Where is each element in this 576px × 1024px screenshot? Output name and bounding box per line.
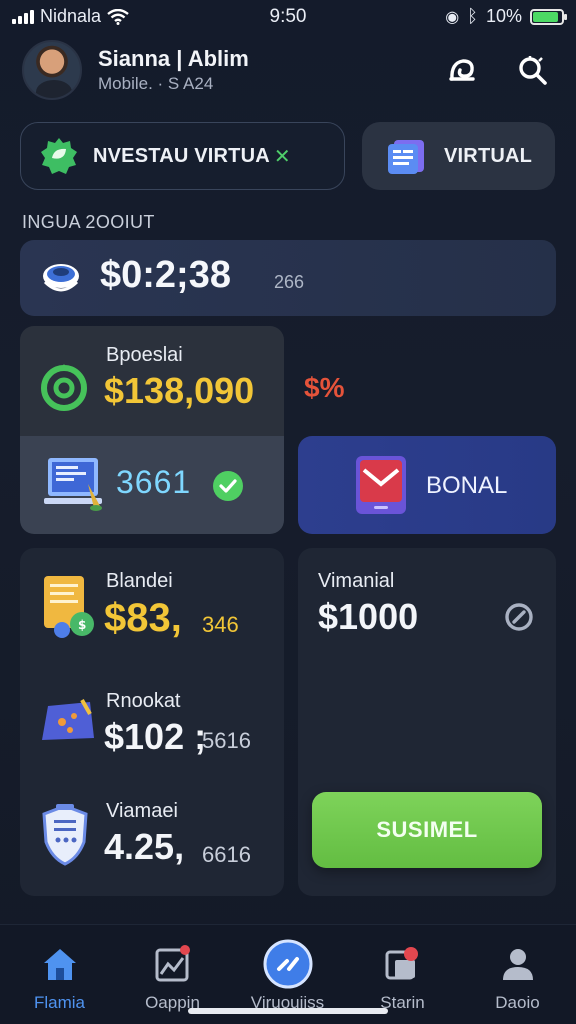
balance-sub: 266 — [274, 272, 305, 292]
sparkle-icon: ✕ — [273, 145, 291, 168]
balance-value: $0:2;38 — [100, 254, 231, 296]
nav-label-home: Flamia — [33, 993, 85, 1012]
nav-item-starin[interactable]: Starin — [345, 941, 460, 1013]
search-icon[interactable] — [514, 52, 550, 88]
vimanial-label: Vimanial — [318, 570, 395, 592]
profile-icon — [502, 949, 533, 980]
svg-text:$: $ — [78, 618, 86, 632]
invoice-icon: $ — [44, 576, 94, 638]
balance-card[interactable]: $0:2;38 266 — [20, 240, 556, 316]
avatar[interactable] — [22, 40, 82, 100]
blandei-value: $83, — [104, 596, 182, 640]
virtual-chip-label: VIRTUAL — [444, 144, 533, 167]
blandei-side: 346 — [202, 612, 239, 637]
check-icon — [213, 471, 243, 501]
personal-change: $% — [304, 372, 345, 403]
battery-icon — [530, 8, 567, 25]
rnookat-value: $102 ; — [104, 716, 207, 757]
virtual-box-value: 3661 — [116, 464, 192, 500]
virtual-chip[interactable]: VIRTUAL — [362, 122, 555, 190]
home-icon — [43, 949, 76, 980]
chart-icon — [155, 945, 190, 982]
alarm-icon: ◉ — [445, 8, 460, 26]
vimanial-value: $1000 — [318, 596, 419, 637]
status-right: ◉ ᛒ 10% — [445, 6, 567, 27]
submit-button[interactable]: SUSIMEL — [312, 792, 542, 868]
battery-percent: 10% — [485, 6, 522, 26]
nav-item-daoio[interactable]: Daoio — [460, 941, 575, 1013]
personal-label: Bpoeslai — [106, 344, 183, 366]
invest-chip-label: NVESTAU VIRTUA — [93, 144, 270, 167]
card-icon — [385, 947, 418, 980]
refresh-icon[interactable] — [444, 52, 480, 88]
blandei-label: Blandei — [106, 570, 173, 592]
swap-icon — [263, 939, 312, 989]
personal-value: $138,090 — [104, 370, 255, 411]
nav-item-home[interactable]: Flamia — [2, 941, 117, 1013]
laptop-icon — [44, 458, 102, 511]
document-stack-icon — [388, 140, 424, 174]
nav-item-oappin[interactable]: Oappin — [115, 941, 230, 1013]
viamaei-side: 6616 — [202, 842, 251, 867]
info-circle-icon[interactable] — [504, 602, 534, 632]
accounts-card: $ Blandei $83, 346 Rnookat $102 ; 5616 V… — [20, 548, 284, 896]
shield-document-icon — [42, 804, 88, 866]
gear-leaf-icon — [41, 138, 77, 174]
personal-card[interactable]: Bpoeslai $138,090 — [20, 326, 284, 436]
mail-tablet-icon — [356, 456, 406, 514]
target-icon — [41, 364, 87, 411]
rnookat-side: 5616 — [202, 728, 251, 753]
viamaei-label: Viamaei — [106, 800, 178, 822]
map-flag-icon — [42, 699, 94, 740]
virtual-box-card[interactable]: 3661 — [20, 436, 284, 534]
nav-label-daoio: Daoio — [495, 993, 540, 1012]
home-indicator — [188, 1008, 388, 1014]
bluetooth-icon: ᛒ — [467, 6, 478, 26]
viamaei-value: 4.25, — [104, 826, 185, 867]
coin-stack-icon — [43, 264, 79, 292]
section-title: INGUA 2OOIUT — [22, 212, 155, 232]
bonal-label: BONAL — [426, 472, 508, 499]
user-name: Sianna | Ablim — [98, 46, 249, 71]
rnookat-label: Rnookat — [106, 690, 181, 712]
battery-level — [533, 11, 559, 22]
nav-item-viruouiiss[interactable]: Viruouiiss — [230, 939, 345, 1013]
user-subtitle: Mobile. · S A24 — [98, 74, 214, 93]
bonal-card[interactable]: BONAL — [298, 436, 556, 534]
status-bar: Nidnala 9:50 ◉ ᛒ 10% — [0, 0, 576, 34]
invest-virtual-chip[interactable]: NVESTAU VIRTUA ✕ — [20, 122, 345, 190]
profile-header: Sianna | Ablim Mobile. · S A24 — [22, 40, 554, 104]
